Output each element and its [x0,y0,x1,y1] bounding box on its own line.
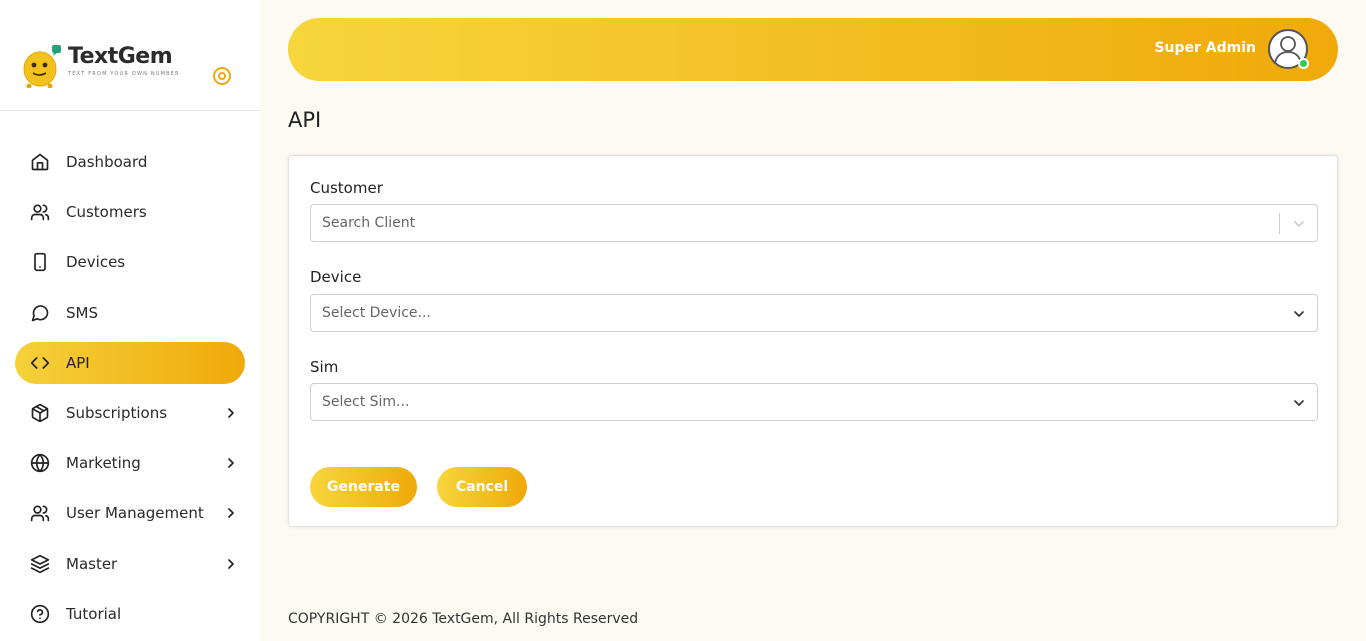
sidebar-item-label: Marketing [66,454,141,473]
sidebar-item-user-management[interactable]: User Management [15,492,245,534]
users-icon [29,201,51,223]
sidebar-item-label: Dashboard [66,153,148,171]
chevron-right-icon [223,505,239,521]
home-icon [29,151,51,173]
sidebar-item-tutorial[interactable]: Tutorial [15,593,245,635]
sidebar-item-subscriptions[interactable]: Subscriptions [15,392,245,434]
select-separator [1279,213,1280,234]
customer-placeholder: Search Client [322,215,416,231]
sidebar-item-label: Devices [66,253,126,272]
message-circle-icon [29,302,51,324]
sidebar-item-label: API [66,353,90,372]
mascot-icon [20,42,64,89]
brand-tagline: TEXT FROM YOUR OWN NUMBER [68,71,180,77]
code-icon [29,352,51,374]
package-icon [29,402,51,424]
chevron-right-icon [223,556,239,572]
layers-icon [29,553,51,575]
chevron-right-icon [223,455,239,471]
sidebar-item-customers[interactable]: Customers [15,191,245,233]
customer-label: Customer [310,179,383,197]
sidebar-item-master[interactable]: Master [15,543,245,585]
help-circle-icon [29,603,51,625]
sim-select[interactable]: Select Sim... [310,383,1318,421]
chevron-down-icon[interactable] [1291,395,1307,411]
globe-icon [29,452,51,474]
logo[interactable]: TextGem TEXT FROM YOUR OWN NUMBER [20,42,180,89]
cancel-button[interactable]: Cancel [437,467,527,507]
sidebar-item-sms[interactable]: SMS [15,292,245,334]
top-header: Super Admin [288,18,1338,81]
sidebar: TextGem TEXT FROM YOUR OWN NUMBER Dashbo… [0,0,260,641]
device-select[interactable]: Select Device... [310,294,1318,332]
generate-button[interactable]: Generate [310,467,417,507]
chevron-down-icon[interactable] [1291,216,1307,232]
sidebar-item-label: Master [66,554,118,573]
sidebar-item-label: Customers [66,203,147,222]
sim-placeholder: Select Sim... [322,394,410,410]
brand-name: TextGem [68,44,173,69]
api-form-card: Customer Search Client Device Select Dev… [288,155,1338,527]
chevron-right-icon [223,405,239,421]
sidebar-item-label: Tutorial [66,604,122,623]
footer-copyright: COPYRIGHT © 2026 TextGem, All Rights Res… [288,611,639,627]
sidebar-item-label: SMS [66,303,98,322]
brand-area: TextGem TEXT FROM YOUR OWN NUMBER [0,0,260,111]
user-name[interactable]: Super Admin [1154,40,1256,56]
page-title: API [288,108,322,132]
sidebar-nav: Dashboard Customers Devices SMS API Subs… [0,111,260,635]
avatar[interactable] [1268,29,1309,69]
sidebar-item-api[interactable]: API [15,341,245,384]
sidebar-item-dashboard[interactable]: Dashboard [15,141,245,183]
customer-search-select[interactable]: Search Client [310,204,1318,242]
device-placeholder: Select Device... [322,305,431,321]
users-icon [29,502,51,524]
chevron-down-icon[interactable] [1291,306,1307,322]
smartphone-icon [29,251,51,273]
sidebar-item-marketing[interactable]: Marketing [15,442,245,484]
sidebar-item-label: Subscriptions [66,403,168,422]
device-label: Device [310,268,362,286]
target-toggle-icon[interactable] [211,65,233,87]
online-status-dot [1298,58,1309,69]
sidebar-item-devices[interactable]: Devices [15,241,245,283]
sim-label: Sim [310,358,339,376]
sidebar-item-label: User Management [66,504,204,523]
